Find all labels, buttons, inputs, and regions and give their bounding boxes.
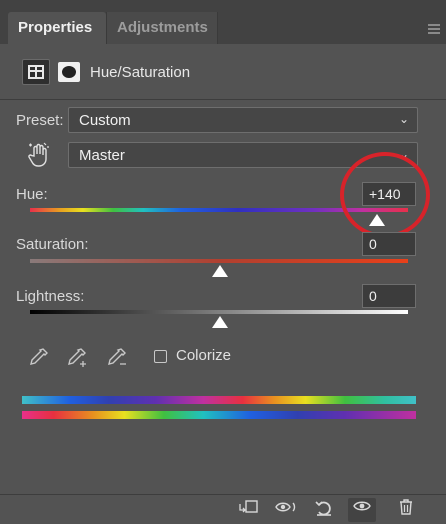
saturation-input[interactable]: 0	[362, 232, 416, 256]
colorize-checkbox[interactable]	[154, 350, 167, 363]
highlight-circle-annotation	[340, 152, 430, 238]
panel-menu-icon[interactable]	[428, 24, 440, 34]
saturation-slider-track[interactable]	[30, 259, 408, 263]
lightness-slider-track[interactable]	[30, 310, 408, 314]
eyedropper-icon[interactable]	[28, 346, 50, 374]
adjustment-title: Hue/Saturation	[90, 64, 191, 81]
preset-label: Preset:	[16, 112, 64, 129]
eyedropper-subtract-icon[interactable]	[106, 346, 130, 374]
preset-value: Custom	[79, 112, 131, 129]
view-previous-state-icon[interactable]	[272, 498, 300, 522]
targeted-adjustment-hand-icon[interactable]	[26, 142, 50, 168]
tab-properties[interactable]: Properties	[8, 12, 106, 44]
properties-panel: Properties Adjustments Hue/Saturation Pr…	[0, 0, 446, 524]
output-color-spectrum	[22, 411, 416, 419]
saturation-slider-thumb[interactable]	[212, 265, 228, 277]
lightness-label: Lightness:	[16, 288, 85, 305]
panel-footer	[0, 494, 446, 524]
lightness-slider-thumb[interactable]	[212, 316, 228, 328]
adjustment-header: Hue/Saturation	[0, 44, 446, 100]
input-color-spectrum	[22, 396, 416, 404]
saturation-label: Saturation:	[16, 236, 89, 253]
delete-icon[interactable]	[392, 498, 420, 522]
colorize-label: Colorize	[176, 347, 232, 364]
channel-value: Master	[79, 147, 125, 164]
chevron-down-icon: ⌄	[398, 112, 409, 126]
panel-tab-bar: Properties Adjustments	[0, 0, 446, 44]
lightness-input[interactable]: 0	[362, 284, 416, 308]
visibility-icon[interactable]	[348, 498, 376, 522]
hue-saturation-adjustment-icon[interactable]	[22, 59, 50, 85]
layer-mask-icon[interactable]	[58, 62, 80, 82]
clip-to-layer-icon[interactable]	[234, 498, 262, 522]
preset-select[interactable]: Custom ⌄	[68, 107, 418, 133]
eyedropper-add-icon[interactable]	[66, 346, 90, 374]
reset-icon[interactable]	[310, 498, 338, 522]
tab-adjustments[interactable]: Adjustments	[106, 12, 218, 44]
hue-label: Hue:	[16, 186, 48, 203]
